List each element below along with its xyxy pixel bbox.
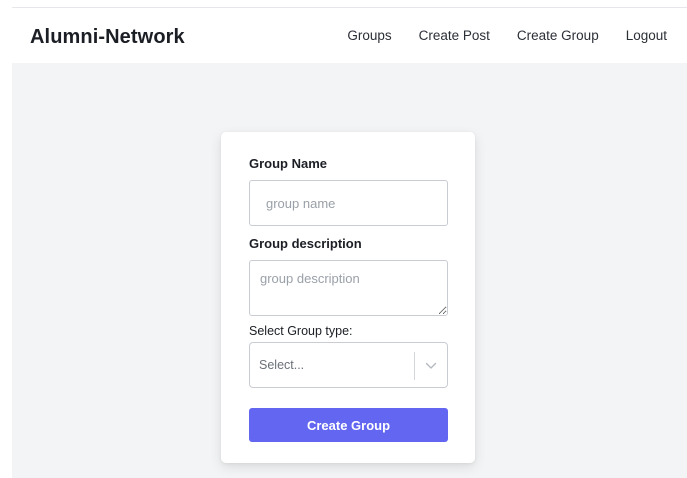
nav-menu: Groups Create Post Create Group Logout	[340, 28, 687, 43]
group-name-label: Group Name	[249, 156, 328, 171]
nav-link-create-post[interactable]: Create Post	[419, 28, 490, 43]
page: Alumni-Network Groups Create Post Create…	[0, 0, 687, 478]
group-type-selected-value: Select...	[259, 358, 305, 372]
group-type-select[interactable]: Select...	[249, 342, 448, 388]
nav-link-logout[interactable]: Logout	[626, 28, 667, 43]
nav-link-create-group[interactable]: Create Group	[517, 28, 599, 43]
group-description-label: Group description	[249, 236, 362, 251]
chevron-down-icon[interactable]	[421, 356, 441, 376]
navbar: Alumni-Network Groups Create Post Create…	[12, 8, 687, 63]
create-group-form: Group Name Group description Select Grou…	[221, 132, 475, 463]
group-name-input[interactable]	[249, 180, 448, 226]
main-content: Group Name Group description Select Grou…	[12, 63, 687, 478]
select-indicator-separator	[414, 352, 415, 380]
nav-link-groups[interactable]: Groups	[347, 28, 391, 43]
group-type-label: Select Group type:	[249, 324, 353, 338]
create-group-button[interactable]: Create Group	[249, 408, 448, 442]
group-description-textarea[interactable]	[249, 260, 448, 316]
brand-logo[interactable]: Alumni-Network	[30, 26, 185, 49]
